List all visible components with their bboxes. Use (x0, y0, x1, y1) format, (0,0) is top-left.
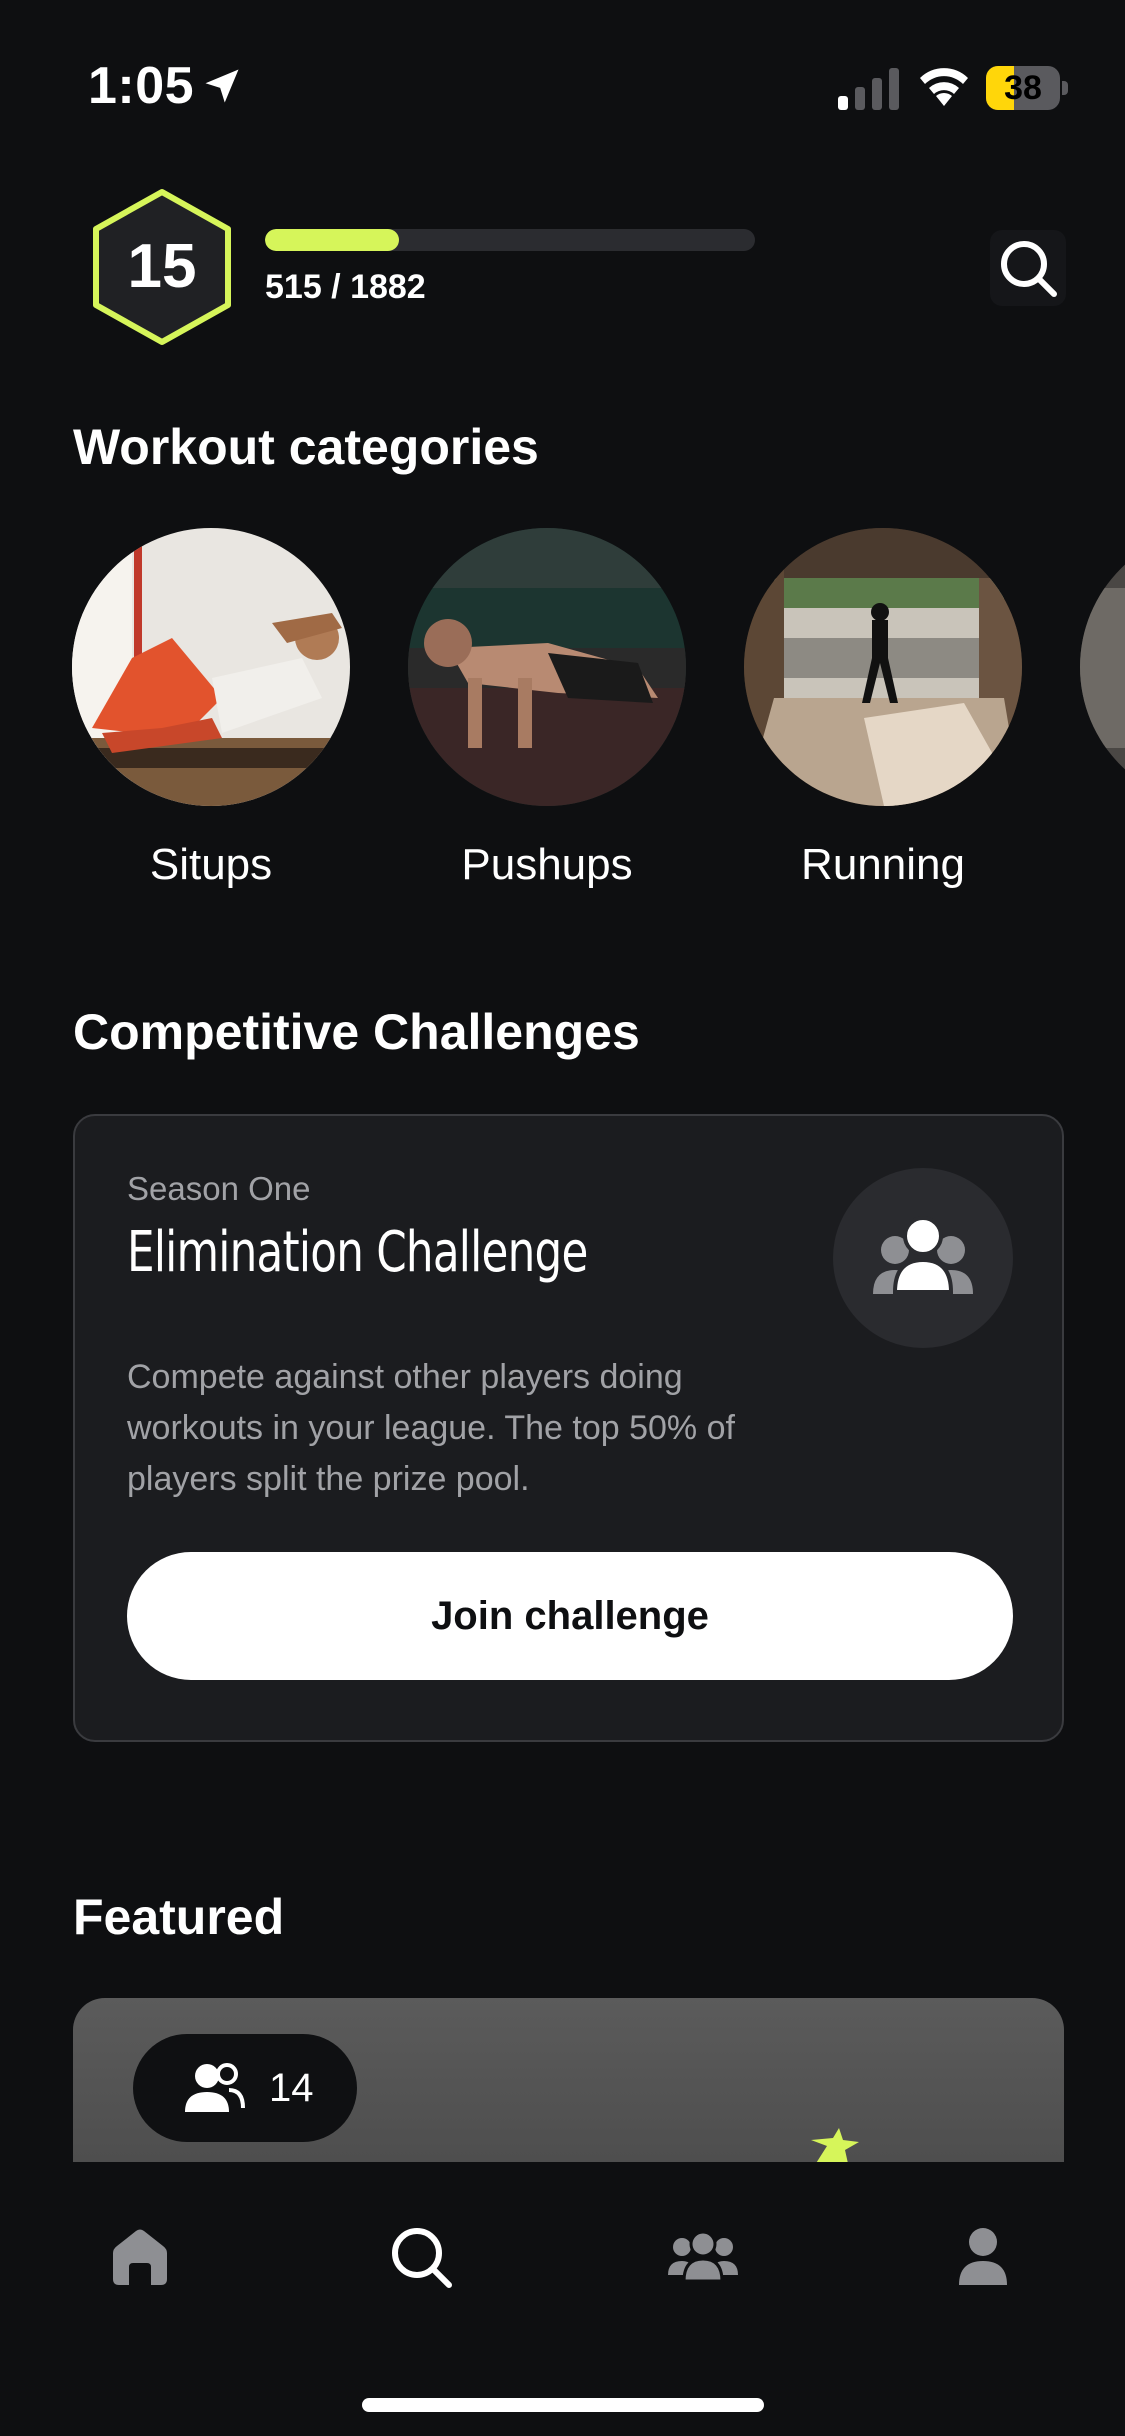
home-indicator[interactable] (362, 2398, 764, 2412)
situps-photo (72, 528, 350, 806)
category-label: Pushups (461, 840, 633, 889)
tab-home[interactable] (80, 2212, 200, 2302)
tab-community[interactable] (643, 2212, 763, 2302)
battery-tip (1062, 81, 1068, 95)
category-running[interactable]: Running (744, 528, 1022, 889)
search-button[interactable] (990, 230, 1066, 306)
home-icon (113, 2229, 167, 2285)
featured-card[interactable]: 14 (73, 1998, 1064, 2162)
profile-icon (959, 2228, 1007, 2285)
tab-profile[interactable] (923, 2212, 1043, 2302)
xp-text: 515 / 1882 (265, 268, 426, 306)
wifi-icon (920, 68, 968, 106)
challenge-description: Compete against other players doing work… (127, 1358, 735, 1498)
join-challenge-button[interactable]: Join challenge (127, 1552, 1013, 1680)
tab-search[interactable] (361, 2212, 481, 2302)
participants-pill: 14 (133, 2034, 357, 2142)
tab-bar (0, 2162, 1125, 2436)
workout-categories-title: Workout categories (73, 419, 539, 475)
status-bar: 1:05 38 (0, 0, 1125, 150)
competitive-challenges-title: Competitive Challenges (73, 1004, 640, 1060)
search-icon (1001, 241, 1057, 297)
category-pushups[interactable]: Pushups (408, 528, 686, 889)
running-photo (744, 528, 1022, 806)
featured-accent-mark (811, 2128, 859, 2162)
location-arrow-icon (205, 69, 239, 103)
group-icon (873, 1216, 973, 1294)
category-situps[interactable]: Situps (72, 528, 350, 889)
challenge-icon-badge (833, 1168, 1013, 1348)
category-label: Situps (149, 840, 273, 889)
app-screen: 1:05 38 15 515 / 1882 Workout categories… (0, 0, 1125, 2436)
xp-progress-bar (265, 229, 755, 251)
challenge-card[interactable]: Season One Elimination Challenge Compete… (73, 1114, 1064, 1742)
category-label: Running (801, 840, 965, 889)
partial-category-photo (1080, 528, 1125, 806)
participants-count: 14 (269, 2065, 314, 2110)
pushups-photo (408, 528, 686, 806)
level-number: 15 (127, 232, 197, 301)
search-icon (392, 2228, 452, 2288)
challenge-season: Season One (127, 1170, 311, 1207)
status-time: 1:05 (88, 57, 195, 115)
cellular-signal-icon (838, 68, 899, 110)
battery-level: 38 (1004, 69, 1042, 107)
featured-title: Featured (73, 1889, 285, 1945)
challenge-title: Elimination Challenge (127, 1220, 588, 1285)
xp-progress-fill (265, 229, 400, 251)
community-icon (668, 2231, 738, 2283)
battery-icon: 38 (986, 66, 1068, 110)
battery-body: 38 (986, 66, 1060, 110)
users-icon (185, 2063, 245, 2112)
category-partial[interactable] (1080, 528, 1125, 806)
